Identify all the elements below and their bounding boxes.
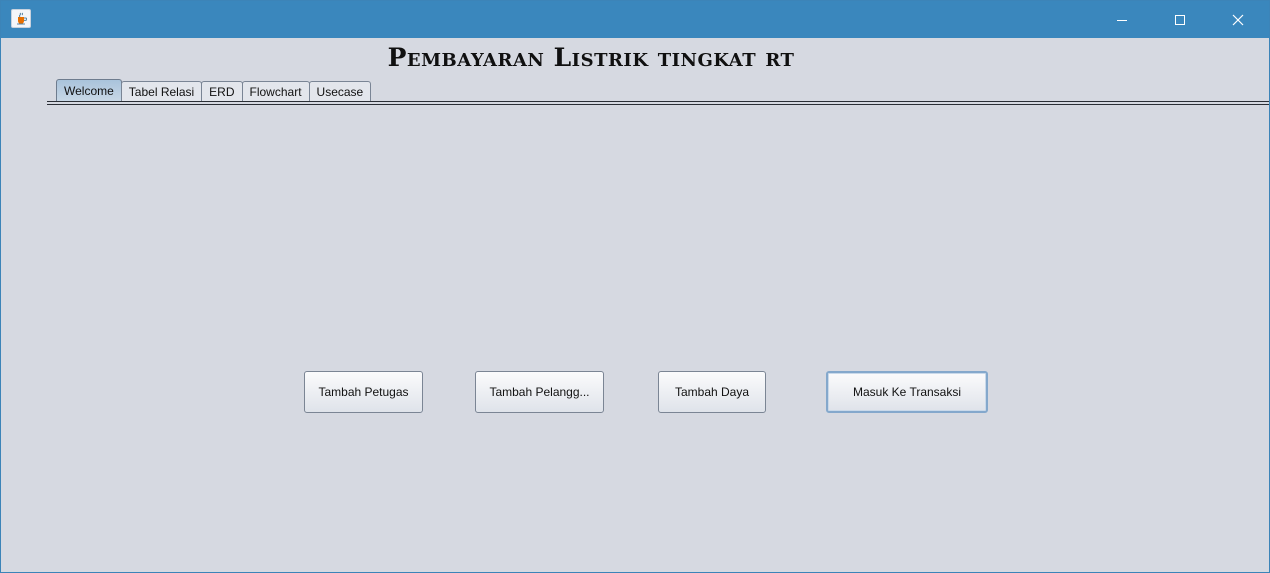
close-icon <box>1232 14 1244 25</box>
tab-tabel-relasi[interactable]: Tabel Relasi <box>120 81 203 102</box>
page-title: Pembayaran Listrik tingkat rt <box>387 43 795 72</box>
tab-bar: Welcome Tabel Relasi ERD Flowchart Useca… <box>56 79 372 102</box>
tab-welcome[interactable]: Welcome <box>56 79 122 102</box>
maximize-button[interactable] <box>1151 1 1209 38</box>
minimize-icon <box>1117 19 1127 21</box>
tab-erd[interactable]: ERD <box>201 81 243 102</box>
java-coffee-cup-icon[interactable] <box>11 9 31 28</box>
close-button[interactable] <box>1209 1 1267 38</box>
app-window: Pembayaran Listrik tingkat rt Welcome Ta… <box>0 0 1270 573</box>
tab-flowchart[interactable]: Flowchart <box>241 81 310 102</box>
tab-usecase[interactable]: Usecase <box>308 81 372 102</box>
tab-divider-lower <box>47 104 1269 105</box>
tambah-petugas-button[interactable]: Tambah Petugas <box>304 371 423 413</box>
maximize-icon <box>1175 14 1185 25</box>
title-bar[interactable] <box>1 1 1269 38</box>
masuk-ke-transaksi-button[interactable]: Masuk Ke Transaksi <box>826 371 988 413</box>
tab-divider <box>47 101 1269 102</box>
tambah-pelanggan-button[interactable]: Tambah Pelangg... <box>475 371 604 413</box>
tambah-daya-button[interactable]: Tambah Daya <box>658 371 766 413</box>
minimize-button[interactable] <box>1093 1 1151 38</box>
